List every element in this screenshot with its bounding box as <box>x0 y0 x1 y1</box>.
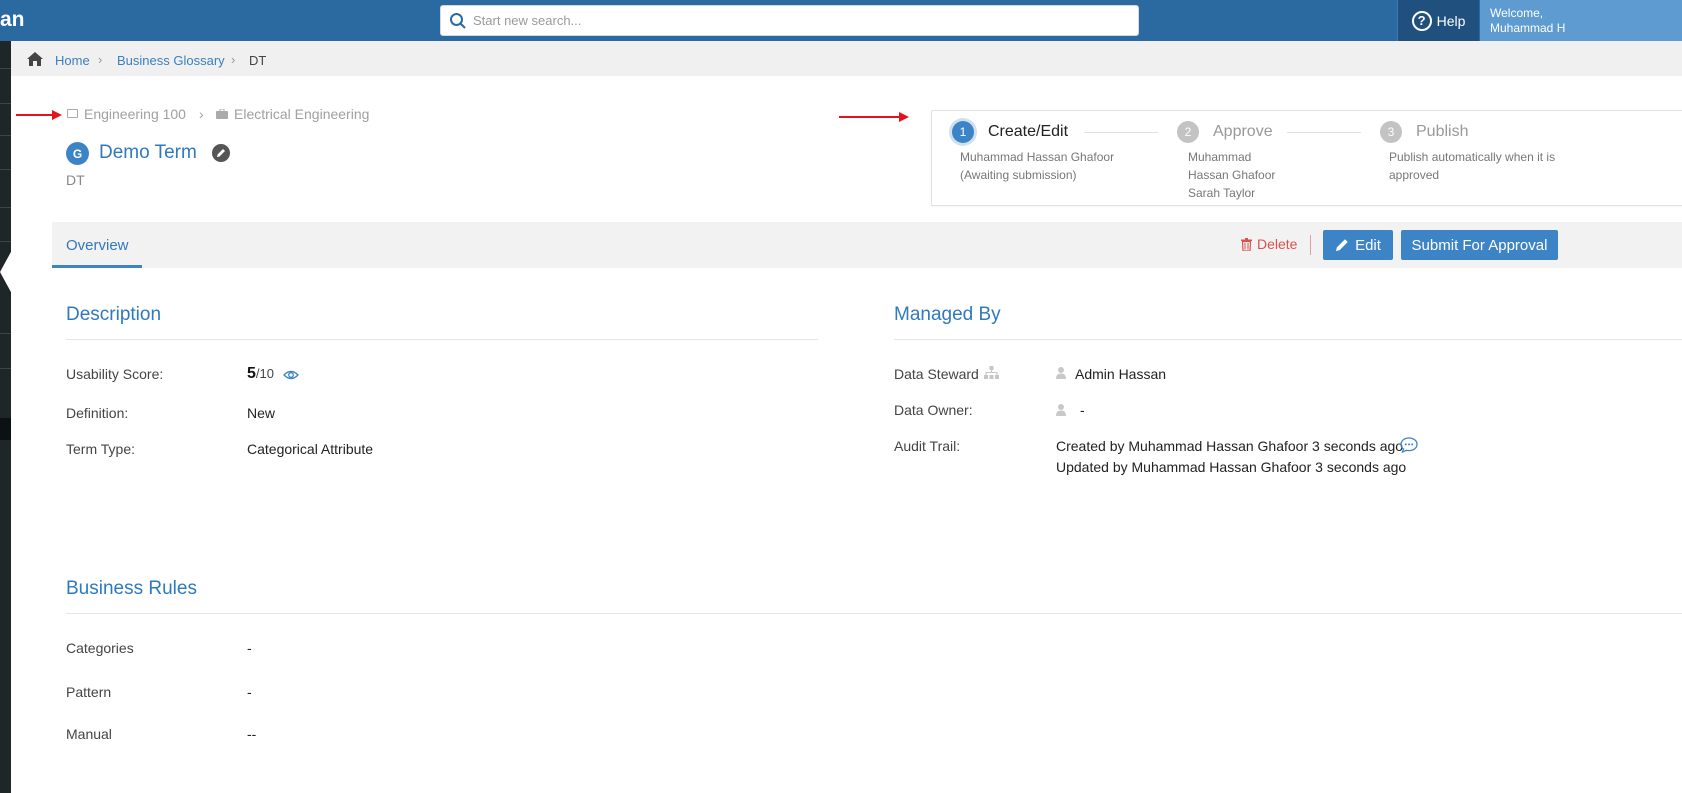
managed-by-heading: Managed By <box>894 304 1001 325</box>
delete-label: Delete <box>1257 236 1298 252</box>
domain-icon <box>67 109 78 118</box>
term-type-value: Categorical Attribute <box>247 441 374 457</box>
home-icon[interactable] <box>27 52 43 66</box>
submit-for-approval-button[interactable]: Submit For Approval <box>1401 230 1558 260</box>
audit-updated: Updated by Muhammad Hassan Ghafoor 3 sec… <box>1056 459 1407 475</box>
welcome-text: Welcome, <box>1490 6 1544 20</box>
user-icon <box>1056 367 1066 379</box>
eye-icon[interactable] <box>283 368 299 382</box>
step-number: 3 <box>1380 121 1402 143</box>
help-button[interactable]: ? Help <box>1397 0 1479 41</box>
definition-value: New <box>247 405 276 421</box>
global-search[interactable] <box>440 5 1139 36</box>
data-owner-value: - <box>1080 402 1085 418</box>
page-title: Demo Term <box>99 142 197 163</box>
audit-created: Created by Muhammad Hassan Ghafoor 3 sec… <box>1056 438 1404 454</box>
step-number: 2 <box>1177 121 1199 143</box>
step-desc: Muhammad Hassan Ghafoor (Awaiting submis… <box>960 150 1115 182</box>
sidebar-toggle-icon[interactable] <box>0 250 12 294</box>
tab-overview[interactable]: Overview <box>52 222 142 268</box>
data-steward-label: Data Steward <box>894 366 979 382</box>
edit-label: Edit <box>1355 236 1381 254</box>
help-icon: ? <box>1411 10 1432 31</box>
delete-button[interactable]: Delete <box>1241 236 1297 252</box>
app-brand[interactable]: an <box>0 8 25 32</box>
side-navigation-rail[interactable] <box>0 41 11 793</box>
term-abbreviation: DT <box>66 172 85 188</box>
term-type-label: Term Type: <box>66 441 135 457</box>
manual-value: -- <box>247 726 257 742</box>
step-desc: Muhammad Hassan Ghafoor Sarah Taylor <box>1188 150 1276 200</box>
description-heading: Description <box>66 304 162 325</box>
edit-button[interactable]: Edit <box>1323 230 1393 260</box>
breadcrumb-current: DT <box>249 53 267 68</box>
hierarchy-separator: › <box>199 106 204 122</box>
comment-icon[interactable] <box>1400 437 1418 453</box>
pattern-label: Pattern <box>66 684 112 700</box>
hierarchy-child[interactable]: Electrical Engineering <box>234 106 369 122</box>
breadcrumb-separator: › <box>98 52 103 67</box>
breadcrumb-home[interactable]: Home <box>55 53 90 68</box>
step-title-approve: Approve <box>1213 123 1273 140</box>
term-type-badge: G <box>66 142 89 165</box>
search-input[interactable] <box>473 6 1133 35</box>
pencil-icon <box>1336 239 1348 251</box>
breadcrumb-business-glossary[interactable]: Business Glossary <box>117 53 225 68</box>
audit-trail-label: Audit Trail: <box>894 438 961 454</box>
help-label: Help <box>1436 12 1466 29</box>
usability-score-value: 5/10 <box>247 365 274 382</box>
trash-icon <box>1241 237 1252 251</box>
data-steward-value[interactable]: Admin Hassan <box>1075 366 1166 382</box>
categories-value: - <box>247 640 252 656</box>
annotation-arrow <box>839 112 909 122</box>
breadcrumb-separator: › <box>231 52 236 67</box>
hierarchy-parent[interactable]: Engineering 100 <box>84 106 186 122</box>
step-desc: Publish automatically when it is approve… <box>1389 150 1556 182</box>
categories-label: Categories <box>66 640 134 656</box>
step-title-publish: Publish <box>1416 123 1469 140</box>
definition-label: Definition: <box>66 405 129 421</box>
usability-score-label: Usability Score: <box>66 366 164 382</box>
data-owner-label: Data Owner: <box>894 402 973 418</box>
user-name: Muhammad H <box>1490 21 1566 35</box>
org-chart-icon[interactable] <box>984 366 999 379</box>
top-navigation-bar: an ? Help Welcome, Muhammad H <box>0 0 1682 41</box>
user-icon <box>1056 404 1066 416</box>
briefcase-icon <box>216 109 228 119</box>
edit-title-icon[interactable] <box>212 144 230 162</box>
step-title-create-edit: Create/Edit <box>988 123 1069 140</box>
search-icon <box>450 13 466 29</box>
tab-bar: Overview Delete Edit Submit For Approval <box>52 222 1682 268</box>
breadcrumb: Home › Business Glossary › DT <box>11 41 1682 76</box>
step-number: 1 <box>952 121 974 143</box>
user-menu[interactable]: Welcome, Muhammad H <box>1480 0 1682 41</box>
manual-label: Manual <box>66 726 112 742</box>
pattern-value: - <box>247 684 252 700</box>
annotation-arrow <box>16 110 62 120</box>
workflow-stepper: 1 Create/Edit Muhammad Hassan Ghafoor (A… <box>931 110 1682 206</box>
business-rules-heading: Business Rules <box>66 578 197 599</box>
